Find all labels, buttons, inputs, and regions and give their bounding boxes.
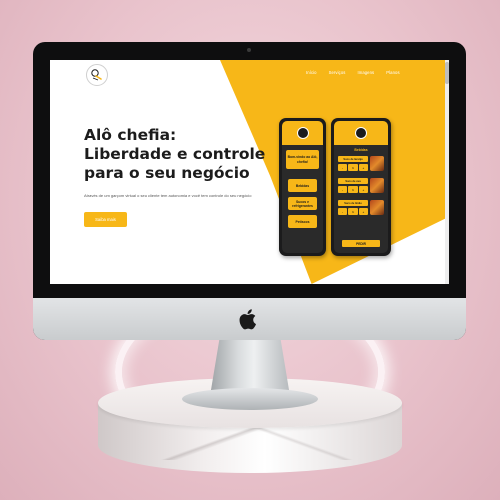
hero-title-line-3: para o seu negócio bbox=[84, 164, 250, 182]
monitor-foot bbox=[182, 388, 318, 410]
phone-order-logo-icon bbox=[355, 127, 367, 139]
phone-logo-icon bbox=[296, 127, 309, 139]
logo-icon[interactable] bbox=[86, 64, 108, 86]
quantity-value: 1 bbox=[348, 186, 358, 193]
decrement-button[interactable]: - bbox=[338, 186, 348, 193]
order-item: Suco de laranja - 1 + bbox=[338, 156, 384, 174]
phone-order-screen: Bebidas Suco de laranja - 1 + Suco de uv… bbox=[334, 121, 388, 253]
decrement-button[interactable]: - bbox=[338, 164, 348, 171]
saiba-mais-button[interactable]: Saiba mais bbox=[84, 212, 127, 227]
phone-order-title: Bebidas bbox=[354, 148, 368, 152]
hero-title-line-1: Alô chefia: bbox=[84, 126, 177, 144]
increment-button[interactable]: + bbox=[358, 186, 368, 193]
quantity-value: 1 bbox=[348, 208, 358, 215]
scroll-thumb[interactable] bbox=[445, 62, 449, 84]
quantity-value: 1 bbox=[348, 164, 358, 171]
increment-button[interactable]: + bbox=[358, 164, 368, 171]
phone-order: Bebidas Suco de laranja - 1 + Suco de uv… bbox=[331, 118, 391, 256]
phone-menu: Bom-vindo ao Alô, chefia! Bebidas Sucos … bbox=[279, 118, 326, 256]
order-item-label: Suco de uva bbox=[338, 178, 368, 184]
order-item-image bbox=[370, 156, 384, 171]
order-item-image bbox=[370, 178, 384, 193]
phone-greeting: Bom-vindo ao Alô, chefia! bbox=[286, 150, 319, 169]
phone-button-petiscos[interactable]: Petiscos bbox=[288, 215, 317, 228]
quantity-stepper: - 1 + bbox=[338, 208, 368, 215]
increment-button[interactable]: + bbox=[358, 208, 368, 215]
order-item-label: Suco de laranja bbox=[338, 156, 368, 162]
hero-description: Através de um garçom virtual o seu clien… bbox=[84, 193, 252, 198]
hero-title-line-2: Liberdade e controle bbox=[84, 145, 266, 163]
hero-title: Alô chefia: Liberdade e controle para o … bbox=[84, 126, 274, 183]
order-item-image bbox=[370, 200, 384, 215]
phone-button-sucos[interactable]: Sucos e refrigerantes bbox=[288, 197, 317, 210]
camera bbox=[247, 48, 251, 52]
main-nav: Início Serviços Imagens Planos bbox=[306, 70, 400, 75]
pedir-button[interactable]: PEDIR bbox=[342, 240, 380, 247]
order-item-label: Suco de limão bbox=[338, 200, 368, 206]
nav-planos[interactable]: Planos bbox=[386, 70, 399, 75]
order-item: Suco de uva - 1 + bbox=[338, 178, 384, 196]
phone-button-bebidas[interactable]: Bebidas bbox=[288, 179, 317, 192]
phone-menu-screen: Bom-vindo ao Alô, chefia! Bebidas Sucos … bbox=[282, 121, 323, 253]
nav-imagens[interactable]: Imagens bbox=[357, 70, 374, 75]
nav-inicio[interactable]: Início bbox=[306, 70, 317, 75]
phone-menu-header bbox=[282, 121, 323, 145]
decrement-button[interactable]: - bbox=[338, 208, 348, 215]
nav-servicos[interactable]: Serviços bbox=[329, 70, 346, 75]
apple-logo-icon bbox=[239, 309, 256, 330]
website-screen: Início Serviços Imagens Planos Alô chefi… bbox=[50, 60, 449, 284]
order-item: Suco de limão - 1 + bbox=[338, 200, 384, 218]
quantity-stepper: - 1 + bbox=[338, 164, 368, 171]
scrollbar[interactable] bbox=[445, 60, 449, 284]
logo-mark bbox=[91, 69, 102, 81]
quantity-stepper: - 1 + bbox=[338, 186, 368, 193]
phone-order-header bbox=[334, 121, 388, 145]
